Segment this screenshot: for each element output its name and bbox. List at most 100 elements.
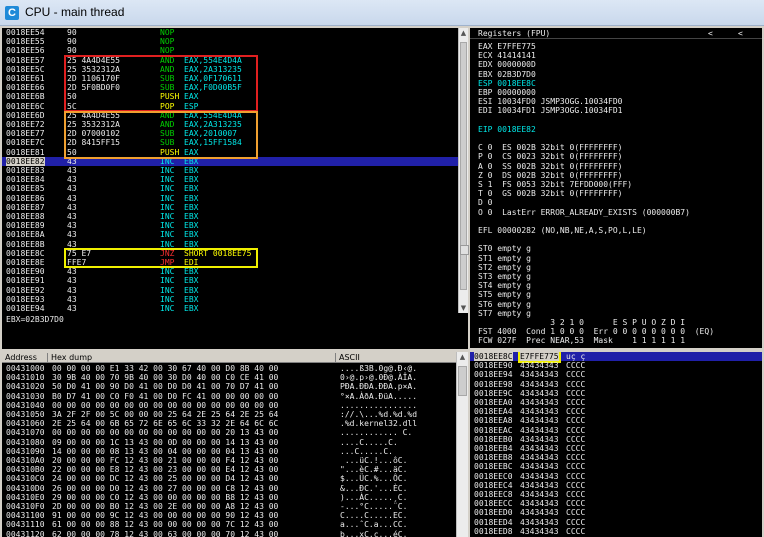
disasm-row[interactable]: 0018EE55 90 NOP [2,37,458,46]
stack-row[interactable]: 0018EED0 43434343 CCCC [470,508,762,517]
stack-row[interactable]: 0018EEBC 43434343 CCCC [470,462,762,471]
scroll-thumb[interactable] [458,366,467,396]
register-line[interactable]: ST2 empty g [478,263,531,272]
stack-row[interactable]: 0018EEA8 43434343 CCCC [470,416,762,425]
dump-row[interactable]: 00431070 00 00 00 00 00 00 00 00 00 00 00… [2,428,456,437]
dump-row[interactable]: 004310C0 24 00 00 00 DC 12 43 00 25 00 00… [2,474,456,483]
stack-row[interactable]: 0018EEC0 43434343 CCCC [470,472,762,481]
register-line[interactable]: EDX 0000000D [478,60,536,69]
register-line[interactable]: ST4 empty g [478,281,531,290]
register-line[interactable]: EIP 0018EE82 [478,125,536,134]
stack-row[interactable]: 0018EE9C 43434343 CCCC [470,389,762,398]
register-line[interactable]: ST6 empty g [478,300,531,309]
dump-scrollbar[interactable]: ▲ [456,352,468,537]
col-ascii[interactable]: ASCII [336,353,456,363]
register-line[interactable]: C 0 ES 002B 32bit 0(FFFFFFFF) [478,143,623,152]
disasm-row[interactable]: 0018EE91 43 INC EBX [2,276,458,285]
dump-row[interactable]: 00431050 3A 2F 2F 00 5C 00 00 00 25 64 2E… [2,410,456,419]
dump-row[interactable]: 00431110 61 00 00 00 88 12 43 00 00 00 00… [2,520,456,529]
disassembly-pane[interactable]: 0018EE54 90 NOP 0018EE55 90 NOP 0018EE56 90 NOP 0… [2,28,458,313]
disasm-row[interactable]: 0018EE54 90 NOP [2,28,458,37]
disasm-row[interactable]: 0018EE86 43 INC EBX [2,194,458,203]
dump-row[interactable]: 00431010 30 9B 40 00 70 9B 40 00 30 D0 40… [2,373,456,382]
disasm-row[interactable]: 0018EE83 43 INC EBX [2,166,458,175]
stack-row[interactable]: 0018EE90 43434343 CCCC [470,361,762,370]
dump-row[interactable]: 00431100 91 00 00 00 9C 12 43 00 00 00 00… [2,511,456,520]
register-line[interactable]: FCW 027F Prec NEAR,53 Mask 1 1 1 1 1 1 [478,336,685,345]
dump-row[interactable]: 00431030 B0 D7 41 00 C0 F0 41 00 D0 FC 41… [2,392,456,401]
registers-next-button[interactable]: < [738,29,743,38]
dump-row[interactable]: 00431090 14 00 00 00 08 13 43 00 04 00 00… [2,447,456,456]
dump-row[interactable]: 00431020 50 D0 41 00 90 D0 41 00 D0 D0 41… [2,382,456,391]
dump-row[interactable]: 004310D0 26 00 00 00 D0 12 43 00 27 00 00… [2,484,456,493]
disasm-row[interactable]: 0018EE8A 43 INC EBX [2,230,458,239]
stack-row[interactable]: 0018EEB0 43434343 CCCC [470,435,762,444]
disasm-row[interactable]: 0018EE89 43 INC EBX [2,221,458,230]
dump-row[interactable]: 00431060 2E 25 64 00 6B 65 72 6E 65 6C 33… [2,419,456,428]
disasm-row[interactable]: 0018EE87 43 INC EBX [2,203,458,212]
register-line[interactable]: EFL 00000282 (NO,NB,NE,A,S,PO,L,LE) [478,226,647,235]
stack-row[interactable]: 0018EECC 43434343 CCCC [470,499,762,508]
dump-row[interactable]: 00431080 09 00 00 00 1C 13 43 00 0D 00 00… [2,438,456,447]
register-line[interactable]: P 0 CS 0023 32bit 0(FFFFFFFF) [478,152,623,161]
registers-prev-button[interactable]: < [708,29,713,38]
register-line[interactable]: ST3 empty g [478,272,531,281]
register-line[interactable]: Z 0 DS 002B 32bit 0(FFFFFFFF) [478,171,623,180]
dump-row[interactable]: 004310F0 2D 00 00 00 B0 12 43 00 2E 00 00… [2,502,456,511]
disasm-row[interactable]: 0018EE92 43 INC EBX [2,286,458,295]
stack-row[interactable]: 0018EEAC 43434343 CCCC [470,426,762,435]
disasm-row[interactable]: 0018EE84 43 INC EBX [2,175,458,184]
hex-dump-pane[interactable]: Address Hex dump ASCII 00431000 00 00 00 … [2,352,456,537]
register-line[interactable]: ST0 empty g [478,244,531,253]
stack-row[interactable]: 0018EEB8 43434343 CCCC [470,453,762,462]
instruction-mnemonic: INC [160,230,174,239]
stack-row[interactable]: 0018EEA4 43434343 CCCC [470,407,762,416]
register-line[interactable]: 3 2 1 0 E S P U O Z D I [478,318,685,327]
stack-row[interactable]: 0018EEB4 43434343 CCCC [470,444,762,453]
register-line[interactable]: ESP 0018EE8C [478,79,536,88]
dump-row[interactable]: 004310B0 22 00 00 00 E8 12 43 00 23 00 00… [2,465,456,474]
registers-pane[interactable]: Registers (FPU) < < EAX E7FFE775 ECX 4141… [470,28,762,348]
disasm-row[interactable]: 0018EE93 43 INC EBX [2,295,458,304]
stack-row[interactable]: 0018EED8 43434343 CCCC [470,527,762,536]
col-address[interactable]: Address [2,353,48,363]
register-line[interactable]: T 0 GS 002B 32bit 0(FFFFFFFF) [478,189,623,198]
scroll-up-icon[interactable]: ▲ [457,352,468,362]
dump-row[interactable]: 00431000 00 00 00 00 E1 33 42 00 30 67 40… [2,364,456,373]
scroll-down-icon[interactable]: ▼ [459,303,468,313]
disasm-row[interactable]: 0018EE88 43 INC EBX [2,212,458,221]
disassembly-scrollbar[interactable]: ▲ ▼ [458,28,468,313]
register-line[interactable]: A 0 SS 002B 32bit 0(FFFFFFFF) [478,162,623,171]
stack-row[interactable]: 0018EED4 43434343 CCCC [470,518,762,527]
register-line[interactable]: O 0 LastErr ERROR_ALREADY_EXISTS (000000… [478,208,690,217]
register-line[interactable]: ESI 10034FD0 JSMP3OGG.10034FD0 [478,97,623,106]
stack-row[interactable]: 0018EEC4 43434343 CCCC [470,481,762,490]
stack-row[interactable]: 0018EE94 43434343 CCCC [470,370,762,379]
register-line[interactable]: ST1 empty g [478,254,531,263]
stack-pane[interactable]: 0018EE8C E7FFE775 uç ç 0018EE90 43434343 CCCC… [470,352,762,537]
register-line[interactable]: EAX E7FFE775 [478,42,536,51]
register-line[interactable]: EDI 10034FD1 JSMP3OGG.10034FD1 [478,106,623,115]
dump-row[interactable]: 00431040 00 00 00 00 00 00 00 00 00 00 00… [2,401,456,410]
disasm-row[interactable]: 0018EE90 43 INC EBX [2,267,458,276]
register-line[interactable]: ST5 empty g [478,290,531,299]
register-line[interactable]: D 0 [478,198,492,207]
register-line[interactable]: ST7 empty g [478,309,531,318]
stack-row[interactable]: 0018EEC8 43434343 CCCC [470,490,762,499]
scroll-up-icon[interactable]: ▲ [459,28,468,38]
dump-row[interactable]: 004310E0 29 00 00 00 C0 12 43 00 00 00 00… [2,493,456,502]
dump-row[interactable]: 00431120 62 00 00 00 78 12 43 00 63 00 00… [2,530,456,537]
stack-row[interactable]: 0018EE98 43434343 CCCC [470,380,762,389]
dump-row[interactable]: 004310A0 20 00 00 00 FC 12 43 00 21 00 00… [2,456,456,465]
stack-row[interactable]: 0018EE8C E7FFE775 uç ç [470,352,762,361]
col-hex[interactable]: Hex dump [48,353,336,363]
disasm-row[interactable]: 0018EE85 43 INC EBX [2,184,458,193]
register-line[interactable]: FST 4000 Cond 1 0 0 0 Err 0 0 0 0 0 0 0 … [478,327,714,336]
disasm-row[interactable]: 0018EE94 43 INC EBX [2,304,458,313]
pane-resize-handle[interactable] [460,245,469,255]
register-line[interactable]: EBX 02B3D7D0 [478,70,536,79]
register-line[interactable]: EBP 00000000 [478,88,536,97]
register-line[interactable]: S 1 FS 0053 32bit 7EFDD000(FFF) [478,180,632,189]
stack-row[interactable]: 0018EEA0 43434343 CCCC [470,398,762,407]
register-line[interactable]: ECX 41414141 [478,51,536,60]
